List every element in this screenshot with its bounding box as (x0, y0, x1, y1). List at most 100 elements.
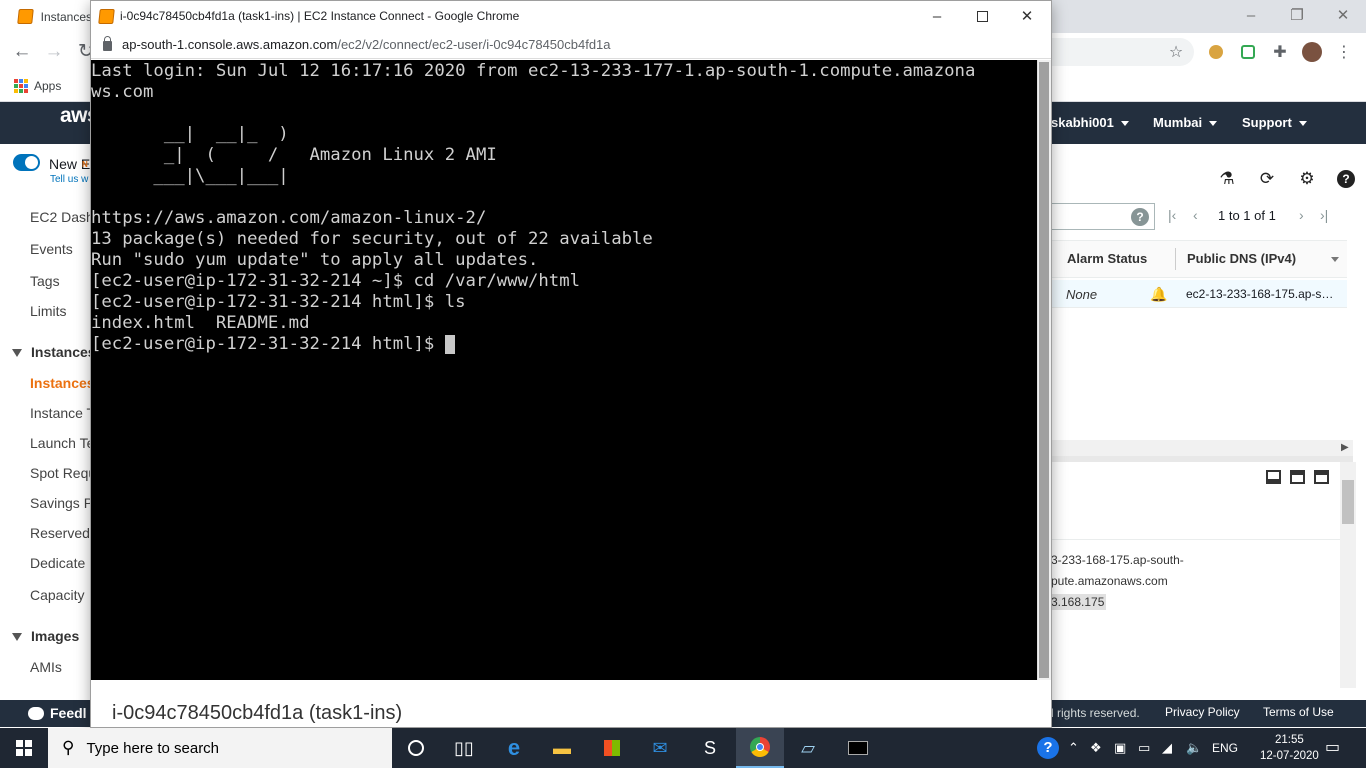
sidebar-item-instances[interactable]: Instances (30, 375, 95, 391)
terminal-cursor (444, 335, 455, 354)
terms-of-use-link[interactable]: Terms of Use (1263, 705, 1334, 719)
next-page-icon[interactable]: › (1299, 207, 1304, 223)
sidebar-item-spot-requests[interactable]: Spot Requ (30, 465, 96, 481)
sidebar-item-ec2-dashboard[interactable]: EC2 Dash (30, 209, 94, 225)
help-tray-icon[interactable]: ? (1037, 737, 1059, 759)
tell-us-link[interactable]: Tell us w (50, 174, 88, 185)
mail-icon[interactable]: ✉ (636, 728, 684, 768)
sort-caret-icon[interactable] (1331, 257, 1339, 262)
cookie-extension-icon[interactable] (1206, 42, 1226, 62)
column-public-dns[interactable]: Public DNS (IPv4) (1187, 251, 1296, 266)
dropbox-icon[interactable]: ❖ (1090, 740, 1102, 756)
terminal-line: [ec2-user@ip-172-31-32-214 html]$ (91, 334, 975, 355)
horizontal-scrollbar[interactable] (1051, 440, 1353, 456)
notifications-icon[interactable]: ▭ (1325, 737, 1340, 757)
show-hidden-icons-chevron-icon[interactable]: ⌃ (1068, 740, 1079, 756)
search-placeholder: Type here to search (86, 739, 220, 757)
profile-avatar[interactable] (1302, 42, 1322, 62)
start-button[interactable] (0, 728, 48, 768)
sidebar-item-instance-types[interactable]: Instance T (30, 405, 95, 421)
terminal-line: https://aws.amazon.com/amazon-linux-2/ (91, 208, 487, 228)
puzzle-extensions-icon[interactable]: ✚ (1270, 42, 1290, 62)
last-page-icon[interactable]: ›| (1320, 207, 1328, 223)
sidebar-item-amis[interactable]: AMIs (30, 659, 62, 675)
store-icon[interactable] (588, 728, 636, 768)
wifi-icon[interactable]: ◢ (1162, 740, 1172, 756)
new-experience-toggle[interactable] (13, 154, 40, 171)
network-adapter-icon[interactable]: ▣ (1114, 740, 1126, 756)
background-tab-instances[interactable]: Instances (0, 0, 92, 33)
vertical-scrollbar-thumb[interactable] (1342, 480, 1354, 524)
alarm-status-cell: None (1066, 287, 1098, 302)
chevron-down-icon (1298, 121, 1307, 127)
detail-public-dns-line1: 3-233-168-175.ap-south- (1051, 553, 1184, 567)
sidebar-item-capacity-reservations[interactable]: Capacity (30, 587, 84, 603)
sidebar-item-tags[interactable]: Tags (30, 273, 60, 289)
menu-kebab-icon[interactable]: ⋮ (1334, 42, 1354, 62)
chevron-down-icon (1209, 121, 1218, 127)
taskbar-search[interactable]: ⚲ Type here to search (48, 728, 392, 768)
chrome-icon[interactable] (736, 728, 784, 768)
add-alarm-icon[interactable]: 🔔 (1150, 286, 1167, 303)
sidebar-item-reserved-instances[interactable]: Reserved (30, 525, 90, 541)
terminal[interactable]: Last login: Sun Jul 12 16:17:16 2020 fro… (91, 60, 1037, 680)
clock[interactable]: 21:55 12-07-2020 (1260, 732, 1319, 764)
language-indicator[interactable]: ENG (1212, 741, 1238, 755)
notepad-icon[interactable]: ▱ (784, 728, 832, 768)
bookmark-star-icon[interactable]: ☆ (1166, 42, 1186, 62)
flask-icon[interactable]: ⚗ (1216, 168, 1238, 190)
region-menu[interactable]: Mumbai (1153, 115, 1218, 130)
cortana-icon[interactable] (392, 728, 440, 768)
prev-page-icon[interactable]: ‹ (1193, 207, 1198, 223)
split-pane-divider[interactable] (1051, 456, 1353, 462)
task-view-icon[interactable]: ▯▯ (440, 728, 488, 768)
forward-arrow-icon[interactable]: → (42, 42, 66, 62)
sublime-icon[interactable]: S (686, 728, 734, 768)
help-icon[interactable]: ? (1335, 168, 1357, 190)
scroll-right-arrow-icon[interactable]: ▶ (1341, 442, 1349, 453)
back-arrow-icon[interactable]: ← (10, 42, 34, 62)
privacy-policy-link[interactable]: Privacy Policy (1165, 705, 1240, 719)
gear-icon[interactable]: ⚙ (1296, 168, 1318, 190)
popup-title-bar[interactable]: i-0c94c78450cb4fd1a (task1-ins) | EC2 In… (91, 1, 1051, 31)
terminal-app-icon[interactable] (834, 728, 882, 768)
detail-public-ip: 3.168.175 (1051, 594, 1107, 610)
popup-minimize-button[interactable]: – (914, 1, 960, 31)
layout-split-icon[interactable] (1290, 470, 1305, 484)
filter-help-icon[interactable]: ? (1131, 208, 1149, 226)
layout-top-icon[interactable] (1314, 470, 1329, 484)
copyright-text: l rights reserved. (1051, 706, 1140, 720)
first-page-icon[interactable]: |‹ (1168, 207, 1176, 223)
collapse-triangle-icon (12, 633, 22, 642)
sidebar-item-dedicated-hosts[interactable]: Dedicate (30, 555, 85, 571)
column-alarm-status[interactable]: Alarm Status (1067, 251, 1147, 266)
volume-icon[interactable]: 🔈 (1186, 740, 1202, 756)
extension-icon[interactable] (1238, 42, 1258, 62)
pager-text: 1 to 1 of 1 (1218, 208, 1276, 223)
layout-bottom-icon[interactable] (1266, 470, 1281, 484)
chevron-down-icon (1120, 121, 1129, 127)
restore-button[interactable]: ❐ (1274, 0, 1320, 30)
sidebar-item-events[interactable]: Events (30, 241, 73, 257)
sidebar-item-limits[interactable]: Limits (30, 303, 67, 319)
sidebar-section-images[interactable]: Images (12, 628, 79, 644)
terminal-line: ___|\___|___| (91, 166, 289, 186)
feedback-button[interactable]: Feedl (28, 705, 87, 721)
apps-grid-icon[interactable] (14, 79, 28, 93)
file-explorer-icon[interactable]: ▬ (538, 728, 586, 768)
terminal-scrollbar-thumb[interactable] (1039, 62, 1049, 678)
sidebar-item-launch-templates[interactable]: Launch Te (30, 435, 94, 451)
account-menu[interactable]: skabhi001 (1051, 115, 1129, 130)
minimize-button[interactable]: – (1228, 0, 1274, 30)
popup-maximize-button[interactable] (959, 1, 1005, 31)
edge-browser-icon[interactable]: e (490, 728, 538, 768)
battery-icon[interactable]: ▭ (1138, 740, 1150, 756)
apps-bookmark[interactable]: Apps (34, 79, 61, 93)
popup-close-button[interactable]: ✕ (1004, 1, 1050, 31)
support-menu[interactable]: Support (1242, 115, 1307, 130)
sidebar-item-savings-plans[interactable]: Savings P (30, 495, 93, 511)
close-button[interactable]: ✕ (1320, 0, 1366, 30)
sidebar-section-instances[interactable]: Instances (12, 344, 96, 360)
refresh-icon[interactable]: ⟳ (1256, 168, 1278, 190)
speech-bubble-icon (28, 706, 44, 720)
